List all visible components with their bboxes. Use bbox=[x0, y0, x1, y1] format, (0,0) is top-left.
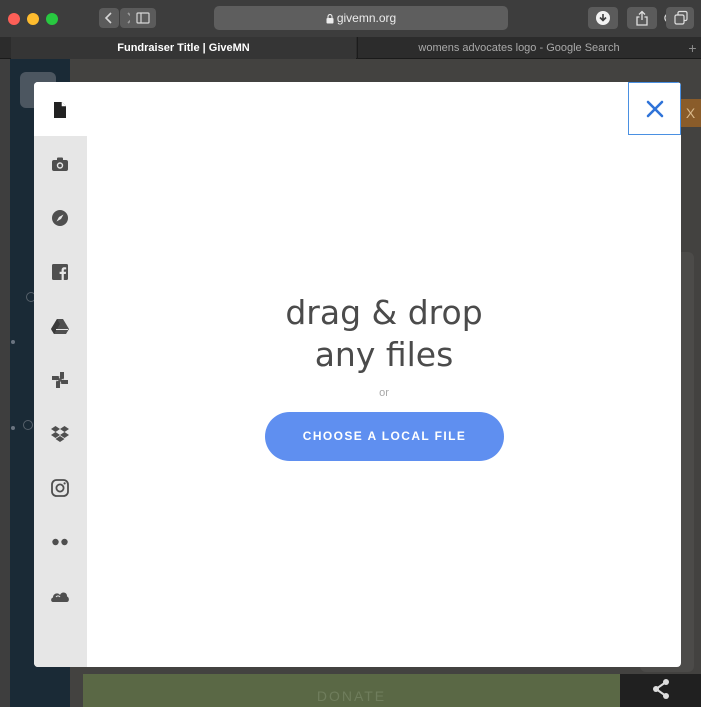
source-dropbox[interactable] bbox=[34, 406, 87, 460]
drop-title-line-1: drag & drop bbox=[285, 293, 483, 332]
source-sidebar bbox=[34, 82, 87, 667]
lock-icon bbox=[326, 13, 334, 24]
share-nodes-icon bbox=[653, 679, 669, 699]
drop-title-line-2: any files bbox=[314, 335, 454, 374]
chevron-left-icon bbox=[104, 12, 112, 24]
onedrive-icon bbox=[51, 592, 69, 602]
close-icon bbox=[646, 100, 664, 118]
share-button[interactable] bbox=[627, 7, 657, 29]
page-share-button bbox=[620, 674, 701, 707]
facebook-icon bbox=[52, 264, 68, 280]
close-window-button[interactable] bbox=[8, 13, 20, 25]
google-drive-icon bbox=[51, 319, 69, 334]
browser-titlebar: givemn.org bbox=[0, 0, 701, 37]
new-tab-button[interactable]: + bbox=[684, 37, 701, 59]
sidebar-icon bbox=[136, 12, 150, 24]
download-icon bbox=[596, 11, 610, 25]
file-icon bbox=[54, 102, 66, 118]
file-picker-modal: drag & drop any files or CHOOSE A LOCAL … bbox=[34, 82, 681, 667]
drop-zone-title: drag & drop any files bbox=[87, 292, 681, 376]
or-separator: or bbox=[379, 387, 389, 399]
downloads-button[interactable] bbox=[588, 7, 618, 29]
source-google-photos[interactable] bbox=[34, 352, 87, 406]
source-webcam[interactable] bbox=[34, 136, 87, 190]
source-onedrive[interactable] bbox=[34, 568, 87, 622]
close-modal-button[interactable] bbox=[628, 82, 681, 135]
zoom-window-button[interactable] bbox=[46, 13, 58, 25]
dropbox-icon bbox=[51, 426, 69, 442]
source-my-device[interactable] bbox=[34, 82, 87, 136]
dismiss-banner-button: X bbox=[680, 99, 701, 127]
source-instagram[interactable] bbox=[34, 460, 87, 514]
tab-fundraiser-title[interactable]: Fundraiser Title | GiveMN bbox=[11, 37, 356, 59]
choose-local-file-button[interactable]: CHOOSE A LOCAL FILE bbox=[265, 412, 504, 461]
donate-button: DONATE bbox=[83, 674, 620, 707]
google-photos-icon bbox=[52, 372, 68, 388]
show-tabs-button[interactable] bbox=[666, 7, 694, 29]
address-url: givemn.org bbox=[336, 11, 397, 25]
instagram-icon bbox=[51, 479, 69, 497]
flickr-icon bbox=[52, 538, 68, 546]
tab-bar: Fundraiser Title | GiveMN womens advocat… bbox=[0, 37, 701, 59]
sidebar-mark bbox=[23, 420, 33, 430]
source-facebook[interactable] bbox=[34, 244, 87, 298]
show-sidebar-button[interactable] bbox=[130, 8, 156, 28]
back-button[interactable] bbox=[99, 8, 119, 28]
source-web-search[interactable] bbox=[34, 190, 87, 244]
sidebar-dot bbox=[11, 426, 15, 430]
address-bar[interactable]: givemn.org bbox=[214, 6, 674, 30]
compass-icon bbox=[52, 210, 68, 226]
source-flickr[interactable] bbox=[34, 514, 87, 568]
share-icon bbox=[636, 10, 648, 26]
minimize-window-button[interactable] bbox=[27, 13, 39, 25]
camera-icon bbox=[52, 157, 68, 171]
sidebar-dot bbox=[11, 340, 15, 344]
source-google-drive[interactable] bbox=[34, 298, 87, 352]
tab-google-search[interactable]: womens advocates logo - Google Search bbox=[357, 37, 680, 59]
tabs-overview-icon bbox=[674, 10, 688, 25]
